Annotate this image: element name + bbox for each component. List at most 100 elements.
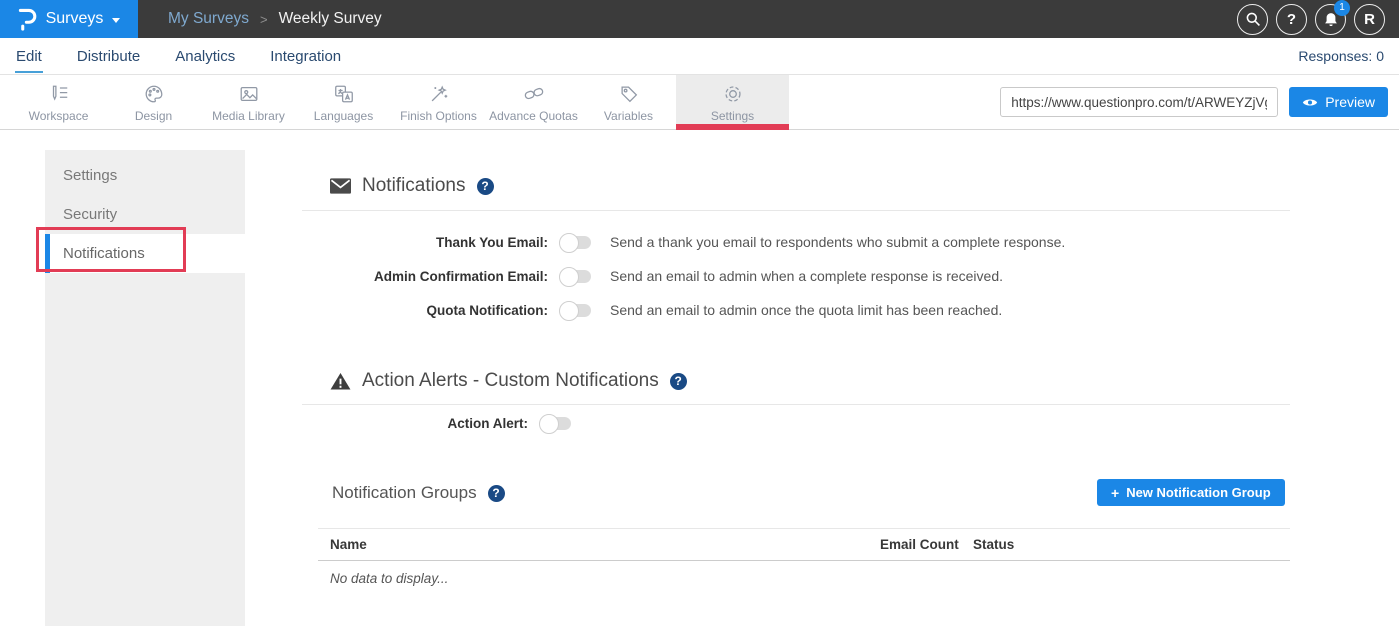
workspace-icon	[48, 82, 70, 106]
header-actions: ? 1 R	[1237, 4, 1399, 35]
tab-distribute[interactable]: Distribute	[76, 40, 141, 73]
notifications-button[interactable]: 1	[1315, 4, 1346, 35]
app-menu[interactable]: Surveys	[0, 0, 138, 38]
toolbar-item-label: Variables	[604, 109, 653, 123]
warning-triangle-icon	[330, 372, 351, 390]
new-notification-group-label: New Notification Group	[1126, 485, 1270, 500]
image-icon	[238, 82, 260, 106]
toggle-row-thank-you-email: Thank You Email: Send a thank you email …	[302, 225, 1065, 259]
toolbar-item-media-library[interactable]: Media Library	[201, 75, 296, 129]
toolbar-item-variables[interactable]: Variables	[581, 75, 676, 129]
breadcrumb-parent[interactable]: My Surveys	[168, 10, 249, 28]
toggle-description: Send an email to admin once the quota li…	[610, 302, 1002, 318]
toggle-row-quota-notification: Quota Notification: Send an email to adm…	[302, 293, 1065, 327]
envelope-icon	[330, 178, 351, 194]
toolbar-item-design[interactable]: Design	[106, 75, 201, 129]
section-title: Notifications	[362, 175, 466, 197]
app-menu-label: Surveys	[46, 10, 104, 28]
toolbar-item-label: Design	[135, 109, 172, 123]
sidebar-item-settings[interactable]: Settings	[45, 156, 245, 195]
sidebar-item-label: Security	[63, 206, 117, 223]
search-icon	[1245, 11, 1261, 27]
toggle-label: Action Alert:	[302, 416, 528, 431]
settings-side-panel: Settings Security Notifications	[45, 150, 245, 626]
toolbar-item-languages[interactable]: Languages	[296, 75, 391, 129]
sidebar-item-security[interactable]: Security	[45, 195, 245, 234]
toggle-label: Quota Notification:	[302, 303, 548, 318]
preview-button-label: Preview	[1325, 94, 1375, 110]
toolbar-item-label: Advance Quotas	[489, 109, 578, 123]
settings-content: Settings Security Notifications Notifica…	[0, 131, 1399, 626]
toolbar-item-label: Workspace	[29, 109, 89, 123]
column-header-status: Status	[973, 537, 1014, 552]
top-header: Surveys My Surveys > Weekly Survey ?	[0, 0, 1399, 38]
sidebar-item-label: Notifications	[63, 245, 145, 262]
toolbar-item-finish-options[interactable]: Finish Options	[391, 75, 486, 129]
column-header-email-count: Email Count	[880, 537, 959, 552]
active-item-indicator	[45, 234, 50, 273]
toggle-description: Send an email to admin when a complete r…	[610, 268, 1003, 284]
survey-nav: Edit Distribute Analytics Integration Re…	[0, 38, 1399, 75]
tab-edit[interactable]: Edit	[15, 40, 43, 73]
notification-groups-heading: Notification Groups ?	[332, 483, 505, 503]
action-alert-toggle[interactable]	[541, 417, 571, 430]
tag-icon	[618, 82, 640, 106]
toolbar-item-label: Languages	[314, 109, 373, 123]
toggle-row-action-alert: Action Alert:	[302, 406, 571, 440]
annotation-red-underline-settings	[676, 124, 789, 130]
chain-link-icon	[523, 82, 545, 106]
toolbar-item-label: Media Library	[212, 109, 285, 123]
table-header-border	[318, 560, 1290, 561]
toolbar-item-advance-quotas[interactable]: Advance Quotas	[486, 75, 581, 129]
eye-icon	[1302, 97, 1318, 108]
notification-groups-table-header: Name Email Count Status	[318, 534, 1290, 558]
help-icon[interactable]: ?	[477, 178, 494, 195]
notification-count-badge: 1	[1334, 0, 1350, 16]
divider	[302, 210, 1290, 211]
toolbar-item-settings[interactable]: Settings	[676, 75, 789, 129]
quota-notification-toggle[interactable]	[561, 304, 591, 317]
toolbar-item-label: Settings	[711, 109, 754, 123]
toggle-description: Send a thank you email to respondents wh…	[610, 234, 1065, 250]
notifications-section-heading: Notifications ?	[330, 175, 494, 197]
responses-count[interactable]: Responses: 0	[1298, 48, 1384, 64]
gear-icon	[722, 82, 744, 106]
help-button[interactable]: ?	[1276, 4, 1307, 35]
translate-icon	[333, 82, 355, 106]
magic-wand-icon	[428, 82, 450, 106]
new-notification-group-button[interactable]: + New Notification Group	[1097, 479, 1285, 506]
table-top-border	[318, 528, 1290, 529]
tab-analytics[interactable]: Analytics	[174, 40, 236, 73]
preview-button[interactable]: Preview	[1289, 87, 1388, 117]
action-alerts-section-heading: Action Alerts - Custom Notifications ?	[330, 370, 687, 392]
breadcrumb-separator: >	[260, 12, 268, 27]
edit-toolbar: Workspace Design Media Library	[0, 75, 1399, 130]
divider	[302, 404, 1290, 405]
search-button[interactable]	[1237, 4, 1268, 35]
toolbar-right: Preview	[1000, 75, 1399, 129]
admin-confirmation-email-toggle[interactable]	[561, 270, 591, 283]
tab-integration[interactable]: Integration	[269, 40, 342, 73]
questionpro-logo-icon	[18, 6, 37, 32]
palette-icon	[143, 82, 165, 106]
sidebar-item-label: Settings	[63, 167, 117, 184]
breadcrumb-current: Weekly Survey	[279, 10, 382, 28]
toggle-row-admin-confirmation-email: Admin Confirmation Email: Send an email …	[302, 259, 1065, 293]
toggle-label: Thank You Email:	[302, 235, 548, 250]
survey-url-input[interactable]	[1000, 87, 1278, 117]
chevron-down-icon	[112, 18, 120, 23]
thank-you-email-toggle[interactable]	[561, 236, 591, 249]
breadcrumb: My Surveys > Weekly Survey	[168, 10, 382, 28]
toolbar-item-workspace[interactable]: Workspace	[11, 75, 106, 129]
notification-toggles: Thank You Email: Send a thank you email …	[302, 225, 1065, 327]
plus-icon: +	[1111, 485, 1119, 501]
sidebar-item-notifications[interactable]: Notifications	[45, 234, 245, 273]
help-icon[interactable]: ?	[488, 485, 505, 502]
section-title: Notification Groups	[332, 483, 477, 503]
toolbar-item-label: Finish Options	[400, 109, 477, 123]
help-icon[interactable]: ?	[670, 373, 687, 390]
section-title: Action Alerts - Custom Notifications	[362, 370, 659, 392]
avatar[interactable]: R	[1354, 4, 1385, 35]
table-empty-message: No data to display...	[330, 571, 448, 586]
column-header-name: Name	[330, 537, 367, 552]
